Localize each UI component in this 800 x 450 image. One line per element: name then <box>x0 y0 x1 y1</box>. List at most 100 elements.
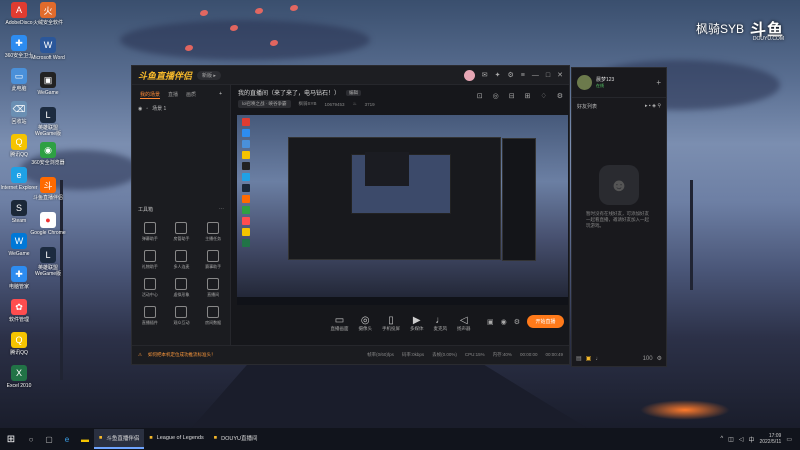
add-scene-icon[interactable]: + <box>219 91 222 99</box>
maximize-icon[interactable]: □ <box>546 72 550 79</box>
desktop-icon[interactable]: 火火绒安全软件 <box>29 2 67 26</box>
tool-label: 观众互动 <box>173 320 190 325</box>
control-screen-capture[interactable]: ▭ 直播画面 <box>331 315 349 332</box>
control-microphone[interactable]: ♩ 麦克风 <box>434 315 448 332</box>
tray-arrow-icon[interactable]: ^ <box>720 436 723 442</box>
record-icon[interactable]: ◎ <box>493 92 499 100</box>
tool-item[interactable]: 直播间 <box>197 278 229 298</box>
bag-icon[interactable]: ▣ <box>586 355 592 362</box>
preview-eye-icon[interactable]: ◉ <box>501 318 507 326</box>
taskbar-app[interactable]: ■ 斗鱼直播伴侣 <box>94 429 145 449</box>
friends-add-icon[interactable]: + <box>656 78 661 87</box>
tool-icon <box>207 278 220 290</box>
desktop-icon[interactable]: L 英雄联盟 WeGame版 <box>29 107 67 137</box>
close-icon[interactable]: ✕ <box>557 71 563 79</box>
stat-value: 00:00:00 <box>519 352 538 357</box>
stream-preview[interactable] <box>237 115 568 305</box>
control-speaker[interactable]: ◁ 扬声器 <box>457 315 471 332</box>
desktop-app-icon: Q <box>11 332 27 348</box>
tool-item[interactable]: 弹幕助手 <box>134 222 166 242</box>
tab-scenes[interactable]: 我的场景 <box>140 91 161 99</box>
layout-icon[interactable]: ⊞ <box>525 92 531 100</box>
camera-icon: ◎ <box>360 314 370 326</box>
user-avatar[interactable] <box>463 69 475 81</box>
scene-item[interactable]: ◉ ▫ 场景 1 <box>132 103 230 114</box>
lock-icon[interactable]: ▫ <box>146 106 148 112</box>
desktop-icon[interactable]: W Microsoft Word <box>29 37 67 61</box>
control-phone-cast[interactable]: ▯ 手机投屏 <box>382 315 400 332</box>
toolbox-more-icon[interactable]: ⋯ <box>219 206 224 213</box>
tool-item[interactable]: 主播任务 <box>197 222 229 242</box>
eye-icon[interactable]: ◉ <box>138 106 142 112</box>
desktop-icon[interactable]: L 英雄联盟 WeGame版 <box>29 247 67 277</box>
desktop-icon[interactable]: ✿ 软件管理 <box>0 299 38 323</box>
mic-icon[interactable]: ♩ <box>595 356 601 362</box>
stat-value: 00:00:49 <box>545 352 563 357</box>
edit-title-button[interactable]: 编辑 <box>346 89 362 96</box>
tab-live[interactable]: 直播 <box>168 91 178 99</box>
stream-title[interactable]: 我的直播间（来了来了，电马钻石！） <box>238 88 340 97</box>
category-chip[interactable]: lol召唤之战 · 峡谷争霸 <box>238 100 291 108</box>
control-camera[interactable]: ◎ 摄像头 <box>359 315 373 332</box>
desktop-icon[interactable]: 斗斗鱼直播伴侣 <box>29 177 67 201</box>
tab-quality[interactable]: 画质 <box>186 91 196 99</box>
desktop-icon[interactable]: X Excel 2010 <box>0 365 38 389</box>
desktop-icon[interactable]: ● Google Chrome <box>29 212 67 236</box>
taskbar-app[interactable]: ■ League of Legends <box>144 429 208 449</box>
tool-item[interactable]: 多人连麦 <box>166 250 198 270</box>
wallpaper-petal <box>290 5 298 11</box>
desktop-icon[interactable]: Q 腾讯QQ <box>0 332 38 356</box>
settings-icon[interactable]: ⚙ <box>508 71 514 79</box>
tool-item[interactable]: 活动中心 <box>134 278 166 298</box>
status-warning[interactable]: 如何把本机定位成功推流标准头！ <box>148 352 216 358</box>
start-live-button[interactable]: 开始直播 <box>527 315 564 328</box>
friend-avatar[interactable] <box>577 75 592 90</box>
desktop-app-icon: ▣ <box>40 72 56 88</box>
desktop-icon[interactable]: ◉ 360安全浏览器 <box>29 142 67 166</box>
explorer-icon[interactable]: ▬ <box>76 435 94 444</box>
tool-item[interactable]: 观众互动 <box>166 306 198 326</box>
control-label: 多媒体 <box>410 325 424 331</box>
chat-icon[interactable]: ▤ <box>576 355 582 362</box>
task-view-icon[interactable]: ▢ <box>40 435 58 444</box>
gift-icon[interactable]: ✦ <box>495 71 501 79</box>
screenshot-icon[interactable]: ⊡ <box>477 92 483 100</box>
start-icon[interactable]: ⊞ <box>0 434 22 445</box>
video-icon[interactable]: ▣ <box>487 318 494 326</box>
network-icon[interactable]: ◫ <box>728 436 734 443</box>
clock[interactable]: 17:09 2022/5/11 <box>759 433 781 445</box>
douyu-live-companion-window: 斗鱼直播伴侣 新版 ▸ ✉ ✦ ⚙ ≡ — □ ✕ 我的场景 直播 画质 + ◉… <box>131 65 570 365</box>
search-icon[interactable]: ○ <box>22 435 40 444</box>
tool-item[interactable]: 房管助手 <box>166 222 198 242</box>
room-id: 10679453 <box>324 101 345 107</box>
friends-tools-icon[interactable]: ▸ ▪ ◈ ⚲ <box>645 103 661 110</box>
notification-icon[interactable]: ▭ <box>786 436 792 443</box>
control-media[interactable]: ▶ 多媒体 <box>410 315 424 332</box>
taskbar-app-label: DOUYU直播间 <box>221 436 258 442</box>
notify-icon[interactable]: ♢ <box>540 92 546 100</box>
desktop-icon[interactable]: ▣ WeGame <box>29 72 67 96</box>
edge-icon[interactable]: e <box>58 435 76 444</box>
header-icons: ⊡ ◎ ⊟ ⊞ ♢ ⚙ <box>477 92 563 100</box>
tool-item[interactable]: 礼物助手 <box>134 250 166 270</box>
desktop-app-icon: ● <box>40 212 56 228</box>
taskbar-app-label: 斗鱼直播伴侣 <box>106 436 140 442</box>
tool-item[interactable]: 赛事助手 <box>197 250 229 270</box>
menu-icon[interactable]: ≡ <box>521 72 525 79</box>
volume-value: 100 <box>642 355 653 362</box>
volume-icon[interactable]: ◁ <box>739 436 744 443</box>
ime-icon[interactable]: 中 <box>748 435 754 444</box>
taskbar-app[interactable]: ■ DOUYU直播间 <box>209 429 263 449</box>
message-icon[interactable]: ✉ <box>482 71 488 79</box>
minimize-icon[interactable]: — <box>532 72 539 79</box>
lock-screen-icon[interactable]: ⊟ <box>509 92 515 100</box>
desktop-icon-label: 火绒安全软件 <box>32 20 63 26</box>
tool-item[interactable]: 房间数据 <box>197 306 229 326</box>
tool-item[interactable]: 直播插件 <box>134 306 166 326</box>
friends-settings-icon[interactable]: ⚙ <box>657 355 662 362</box>
version-badge[interactable]: 新版 ▸ <box>197 70 221 80</box>
control-settings-icon[interactable]: ⚙ <box>514 318 520 326</box>
tool-item[interactable]: 虚拟形象 <box>166 278 198 298</box>
more-settings-icon[interactable]: ⚙ <box>557 92 563 100</box>
wallpaper-flag <box>690 180 693 290</box>
